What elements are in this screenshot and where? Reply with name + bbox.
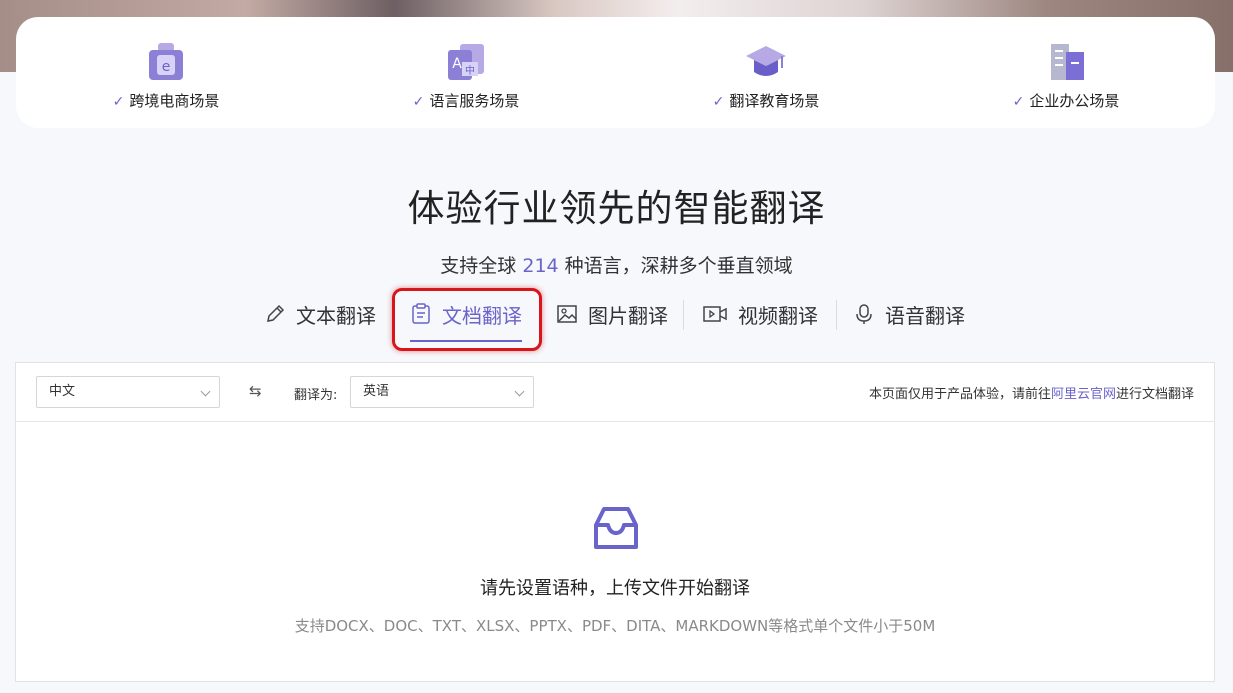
inbox-tray-icon[interactable] [590, 503, 642, 555]
target-language-label: 翻译为: [294, 388, 338, 403]
document-translation-panel: 中文 ⇆ 翻译为: 英语 本页面仅用于产品体验，请前往阿里云官网进行文档翻译 请… [15, 362, 1215, 682]
tab-label: 视频翻译 [738, 303, 818, 328]
scene-ecommerce[interactable]: e ✓ 跨境电商场景 [16, 17, 316, 128]
tab-label: 图片翻译 [588, 303, 668, 328]
shopping-bag-e-icon: e [149, 43, 183, 80]
video-icon [703, 306, 727, 322]
chevron-down-icon [200, 386, 211, 397]
tab-label: 语音翻译 [885, 303, 965, 328]
source-language-select[interactable]: 中文 [36, 376, 220, 408]
pencil-icon [267, 304, 285, 322]
target-language-value: 英语 [363, 384, 390, 399]
supported-formats-text: 支持DOCX、DOC、TXT、XLSX、PPTX、PDF、DITA、MARKDO… [294, 617, 936, 635]
chevron-down-icon [514, 386, 525, 397]
scene-office[interactable]: ✓ 企业办公场景 [916, 17, 1216, 128]
highlight-box [392, 288, 542, 351]
scene-label: 语言服务场景 [429, 92, 520, 110]
svg-text:A: A [452, 56, 462, 72]
page-title: 体验行业领先的智能翻译 [407, 187, 826, 230]
tab-video-translation[interactable]: 视频翻译 [702, 294, 818, 334]
tab-divider [836, 300, 837, 330]
language-toolbar: 中文 ⇆ 翻译为: 英语 本页面仅用于产品体验，请前往阿里云官网进行文档翻译 [16, 363, 1214, 422]
svg-text:中: 中 [465, 64, 475, 77]
target-language-select[interactable]: 英语 [350, 376, 534, 408]
office-building-icon [1051, 44, 1084, 80]
check-icon: ✓ [712, 94, 725, 110]
microphone-icon [856, 304, 872, 324]
subtitle-prefix: 支持全球 [440, 255, 517, 277]
scene-language-service[interactable]: A 中 ✓ 语言服务场景 [316, 17, 616, 128]
svg-text:e: e [162, 59, 171, 75]
check-icon: ✓ [1012, 94, 1025, 110]
page-subtitle: 支持全球 214 种语言，深耕多个垂直领域 [0, 251, 1233, 278]
upload-prompt-title: 请先设置语种，上传文件开始翻译 [480, 578, 750, 599]
scenario-card: e ✓ 跨境电商场景 A 中 ✓ 语言服务场景 ✓ 翻译教育场景 ✓ 企业办公场… [16, 17, 1215, 128]
scene-label: 跨境电商场景 [129, 92, 220, 110]
notice-suffix: 进行文档翻译 [1115, 387, 1194, 402]
tab-text-translation[interactable]: 文本翻译 [264, 294, 376, 334]
scene-label: 企业办公场景 [1029, 92, 1120, 110]
subtitle-suffix: 种语言，深耕多个垂直领域 [564, 255, 793, 277]
image-icon [557, 305, 577, 323]
translate-a-zh-icon: A 中 [448, 44, 484, 80]
scene-label: 翻译教育场景 [729, 92, 820, 110]
tab-image-translation[interactable]: 图片翻译 [556, 294, 668, 334]
source-language-value: 中文 [49, 384, 76, 399]
notice-text: 本页面仅用于产品体验，请前往阿里云官网进行文档翻译 [869, 383, 1194, 402]
tab-voice-translation[interactable]: 语音翻译 [853, 294, 965, 334]
swap-languages-icon[interactable]: ⇆ [249, 382, 262, 400]
tab-label: 文本翻译 [296, 303, 376, 328]
scene-education[interactable]: ✓ 翻译教育场景 [616, 17, 916, 128]
graduation-cap-icon [746, 46, 786, 76]
aliyun-official-link[interactable]: 阿里云官网 [1051, 387, 1116, 402]
check-icon: ✓ [412, 94, 425, 110]
tab-divider [683, 300, 684, 330]
notice-prefix: 本页面仅用于产品体验，请前往 [868, 387, 1051, 402]
check-icon: ✓ [112, 94, 125, 110]
translation-tabs: 文本翻译 文档翻译 图片翻译 视频翻译 语音翻译 [0, 294, 1233, 342]
language-count: 214 [522, 255, 559, 277]
